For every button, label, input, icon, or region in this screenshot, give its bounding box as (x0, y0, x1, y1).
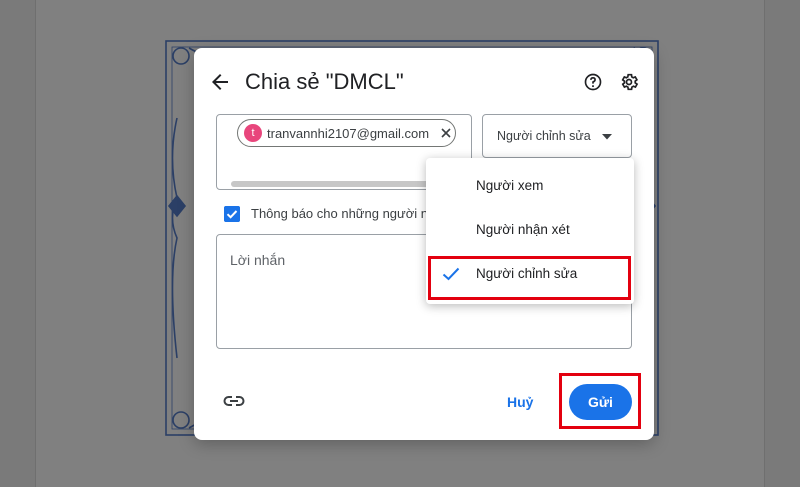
menu-item-commenter[interactable]: Người nhận xét (426, 210, 634, 250)
dropdown-caret-icon (602, 134, 612, 140)
link-icon[interactable] (222, 392, 246, 410)
role-select[interactable]: Người chỉnh sửa (482, 114, 632, 158)
help-icon[interactable] (583, 72, 603, 92)
menu-item-viewer[interactable]: Người xem (426, 166, 634, 206)
cancel-button[interactable]: Huỷ (507, 392, 533, 412)
close-icon[interactable] (438, 125, 454, 141)
notify-checkbox[interactable] (224, 206, 240, 222)
arrow-back-icon[interactable] (208, 70, 232, 94)
gear-icon[interactable] (619, 72, 639, 92)
dialog-title: Chia sẻ "DMCL" (245, 69, 404, 94)
avatar: t (244, 124, 262, 142)
menu-item-highlight-box (428, 256, 631, 300)
recipient-chip[interactable]: t tranvannhi2107@gmail.com (237, 119, 456, 147)
recipient-email: tranvannhi2107@gmail.com (267, 125, 430, 141)
menu-item-label: Người nhận xét (476, 222, 570, 237)
notify-label: Thông báo cho những người nhận (251, 206, 450, 221)
menu-item-label: Người xem (476, 178, 544, 193)
message-placeholder: Lời nhắn (230, 252, 286, 268)
send-button-highlight-box (559, 373, 641, 429)
role-select-value: Người chỉnh sửa (497, 129, 591, 143)
